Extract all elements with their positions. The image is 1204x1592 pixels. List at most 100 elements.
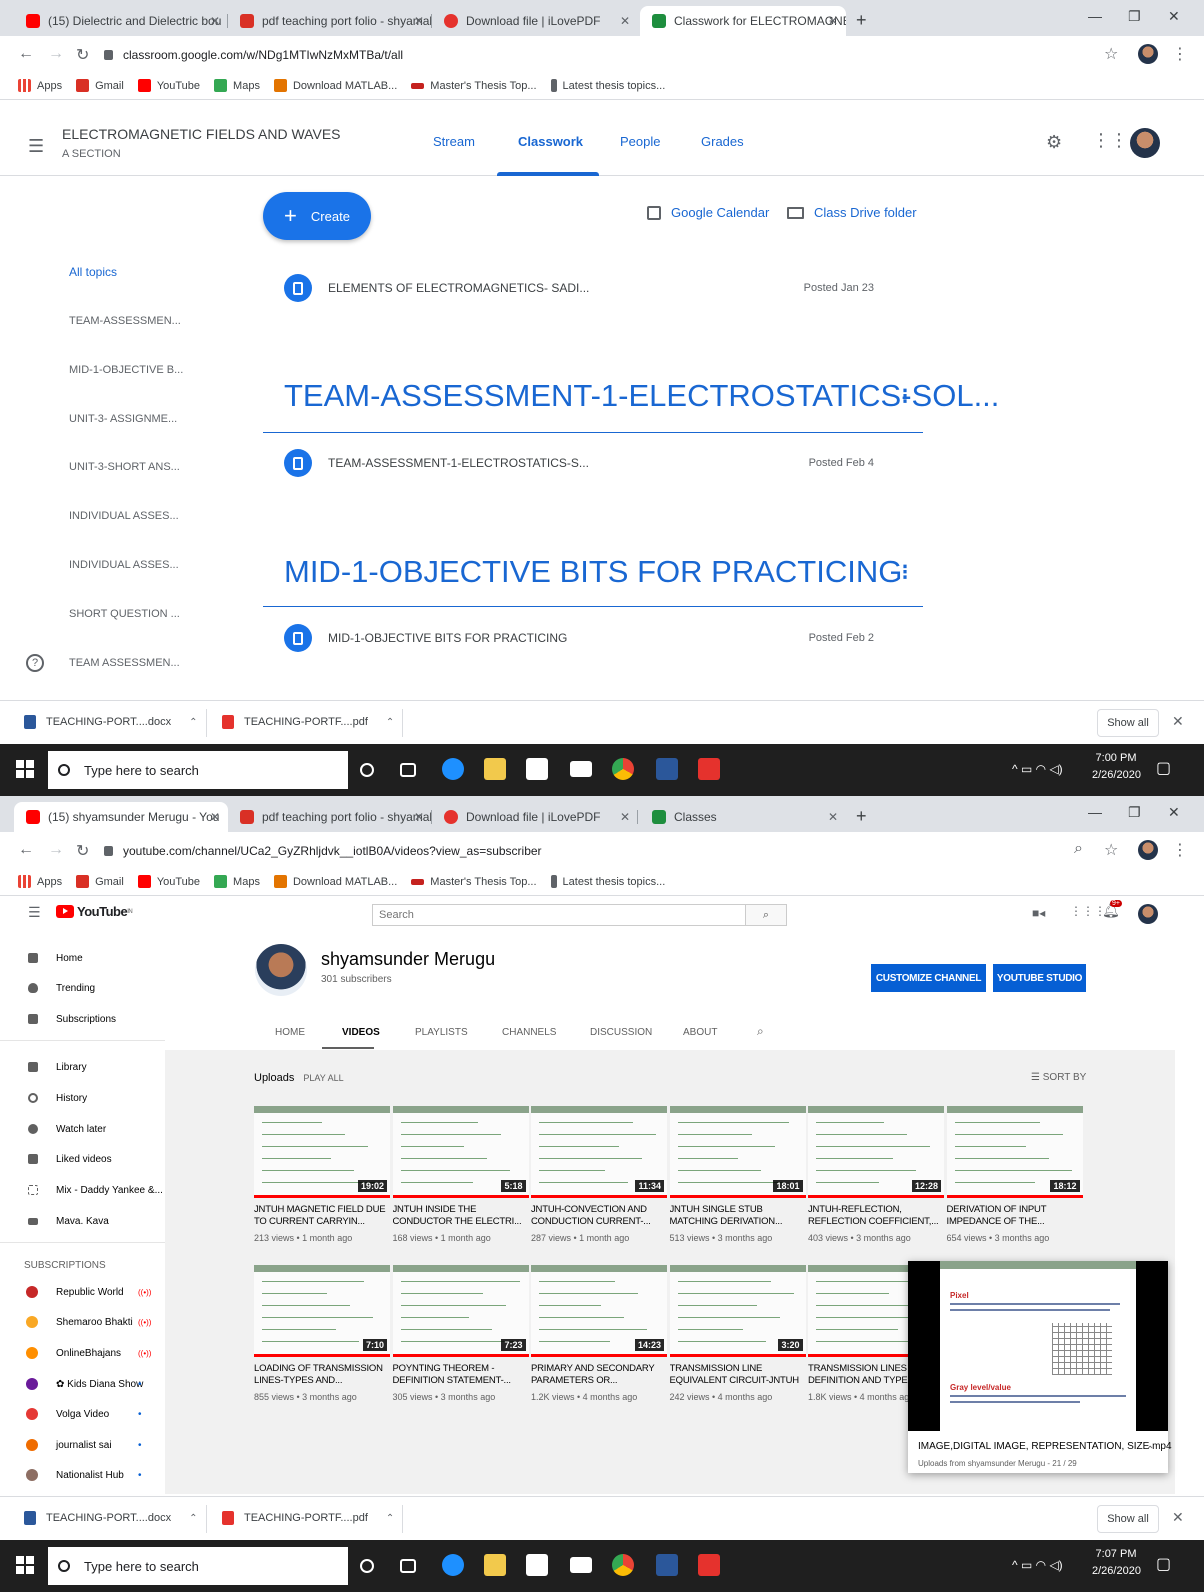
video-thumbnail[interactable]: 19:02 — [254, 1106, 390, 1198]
topic-nav-all[interactable]: All topics — [69, 265, 117, 279]
sidebar-item-subscriptions[interactable]: Subscriptions — [0, 1005, 165, 1033]
acrobat-icon[interactable] — [698, 758, 720, 780]
video-title[interactable]: LOADING OF TRANSMISSION LINES-TYPES AND.… — [254, 1363, 391, 1387]
word-icon[interactable] — [656, 1554, 678, 1576]
video-thumbnail[interactable]: 5:18 — [392, 1106, 529, 1198]
sidebar-item-liked[interactable]: Liked videos — [0, 1145, 165, 1173]
expand-chevron-icon[interactable]: ⌃ — [1146, 1445, 1154, 1456]
back-icon[interactable]: ← — [18, 45, 34, 63]
youtube-studio-button[interactable]: YOUTUBE STUDIO — [993, 964, 1086, 992]
video-thumbnail[interactable]: 7:23 — [392, 1265, 529, 1357]
search-button[interactable]: ⌕ — [745, 904, 787, 926]
topic-nav-item[interactable]: INDIVIDUAL ASSES... — [69, 510, 179, 522]
browser-tab[interactable]: pdf teaching port folio - shyamal ✕ — [228, 6, 432, 36]
apps-grid-icon[interactable]: ⋮⋮⋮ — [1070, 904, 1106, 918]
menu-kebab-icon[interactable]: ⋮ — [1172, 44, 1188, 64]
browser-tab[interactable]: (15) Dielectric and Dielectric bou ✕ — [14, 6, 228, 36]
download-item-docx[interactable]: TEACHING-PORT....docx ⌃ — [24, 715, 198, 729]
topic-nav-item[interactable]: UNIT-3-SHORT ANS... — [69, 461, 180, 473]
help-icon[interactable]: ? — [26, 654, 44, 672]
create-video-icon[interactable]: ■◂ — [1032, 906, 1045, 920]
minimize-icon[interactable]: — — [1088, 804, 1102, 820]
video-card[interactable]: 7:10 LOADING OF TRANSMISSION LINES-TYPES … — [254, 1265, 391, 1402]
video-thumbnail[interactable]: 18:12 — [946, 1106, 1083, 1198]
tab-stream[interactable]: Stream — [433, 134, 475, 149]
clock-time[interactable]: 7:07 PM — [1092, 1548, 1140, 1560]
class-title[interactable]: ELECTROMAGNETIC FIELDS AND WAVES — [62, 126, 341, 142]
close-tab-icon[interactable]: ✕ — [620, 14, 630, 28]
cortana-icon[interactable] — [360, 763, 374, 777]
topic-more-icon[interactable]: ⋮ — [896, 386, 914, 407]
task-view-icon[interactable] — [400, 1559, 416, 1573]
bookmark-thesis[interactable]: Master's Thesis Top... — [411, 876, 537, 888]
close-tab-icon[interactable]: ✕ — [414, 810, 424, 824]
channel-tab-discussion[interactable]: DISCUSSION — [590, 1027, 652, 1038]
video-card[interactable]: 3:20 TRANSMISSION LINE EQUIVALENT CIRCUIT… — [669, 1265, 807, 1402]
taskbar-search-input[interactable]: Type here to search — [48, 1547, 348, 1585]
word-icon[interactable] — [656, 758, 678, 780]
notifications-icon[interactable]: ▢ — [1156, 1554, 1171, 1574]
bookmark-star-icon[interactable]: ☆ — [1104, 44, 1118, 64]
file-explorer-icon[interactable] — [484, 758, 506, 780]
channel-tab-playlists[interactable]: PLAYLISTS — [415, 1027, 468, 1038]
forward-icon[interactable]: → — [48, 45, 64, 63]
topic-more-icon[interactable]: ⋮ — [896, 562, 914, 583]
download-item-docx[interactable]: TEACHING-PORT....docx ⌃ — [24, 1511, 198, 1525]
edge-icon[interactable] — [442, 758, 464, 780]
topic-nav-item[interactable]: TEAM-ASSESSMEN... — [69, 315, 181, 327]
restore-icon[interactable]: ❐ — [1128, 804, 1141, 821]
close-tab-icon[interactable]: ✕ — [414, 14, 424, 28]
sidebar-item-history[interactable]: History — [0, 1084, 165, 1112]
taskbar-search-input[interactable]: Type here to search — [48, 751, 348, 789]
video-title[interactable]: JNTUH INSIDE THE CONDUCTOR THE ELECTRI..… — [393, 1204, 530, 1228]
clock-date[interactable]: 2/26/2020 — [1092, 1565, 1141, 1577]
sidebar-item-mix[interactable]: Mix - Daddy Yankee &... — [0, 1176, 165, 1204]
material-item[interactable]: MID-1-OBJECTIVE BITS FOR PRACTICING Post… — [284, 618, 884, 658]
topic-nav-item[interactable]: MID-1-OBJECTIVE B... — [69, 364, 183, 376]
sidebar-item-playlist[interactable]: Mava. Kava — [0, 1207, 165, 1235]
edge-icon[interactable] — [442, 1554, 464, 1576]
bookmark-latest-thesis[interactable]: Latest thesis topics... — [550, 79, 665, 92]
play-all-link[interactable]: PLAY ALL — [303, 1073, 343, 1083]
window-close-icon[interactable]: ✕ — [1168, 804, 1180, 821]
store-icon[interactable] — [526, 1554, 548, 1576]
miniplayer[interactable]: Pixel Gray level/value IMAGE,DIGITAL IMA… — [908, 1261, 1172, 1473]
windows-start-icon[interactable] — [16, 760, 34, 778]
tray-icons[interactable]: ^ ▭ ◠ ◁) — [1012, 762, 1063, 776]
download-item-pdf[interactable]: TEACHING-PORTF....pdf ⌃ — [222, 1511, 394, 1525]
bookmark-youtube[interactable]: YouTube — [137, 79, 200, 92]
video-thumbnail[interactable]: 7:10 — [254, 1265, 390, 1357]
clock-date[interactable]: 2/26/2020 — [1092, 769, 1141, 781]
bookmark-latest-thesis[interactable]: Latest thesis topics... — [550, 875, 665, 888]
channel-search-icon[interactable]: ⌕ — [757, 1024, 764, 1039]
browser-tab[interactable]: Download file | iLovePDF ✕ — [432, 802, 638, 832]
browser-tab-active[interactable]: (15) shyamsunder Merugu - You ✕ — [14, 802, 228, 832]
reload-icon[interactable]: ↻ — [76, 841, 89, 861]
task-view-icon[interactable] — [400, 763, 416, 777]
channel-tab-home[interactable]: HOME — [275, 1027, 305, 1038]
video-card[interactable]: 19:02 JNTUH MAGNETIC FIELD DUE TO CURRENT… — [254, 1106, 391, 1243]
show-all-button[interactable]: Show all — [1097, 1505, 1159, 1533]
bookmark-gmail[interactable]: Gmail — [76, 875, 124, 888]
subscription-item[interactable]: OnlineBhajans ((•)) — [0, 1339, 165, 1367]
url-field[interactable]: classroom.google.com/w/NDg1MTIwNzMxMTBa/… — [104, 41, 1104, 69]
chevron-up-icon[interactable]: ⌃ — [189, 717, 197, 728]
windows-start-icon[interactable] — [16, 1556, 34, 1574]
sidebar-item-home[interactable]: Home — [0, 944, 165, 972]
chrome-icon[interactable] — [612, 758, 634, 780]
zoom-icon[interactable]: ⌕ — [1074, 840, 1083, 858]
subscription-item[interactable]: Republic World ((•)) — [0, 1278, 165, 1306]
clock-time[interactable]: 7:00 PM — [1092, 752, 1140, 764]
material-item[interactable]: ELEMENTS OF ELECTROMAGNETICS- SADI... Po… — [284, 268, 884, 308]
chevron-up-icon[interactable]: ⌃ — [189, 1513, 197, 1524]
subscription-item[interactable]: ✿ Kids Diana Show • — [0, 1370, 165, 1398]
channel-tab-channels[interactable]: CHANNELS — [502, 1027, 556, 1038]
google-calendar-link[interactable]: Google Calendar — [647, 205, 769, 220]
video-card[interactable]: 5:18 JNTUH INSIDE THE CONDUCTOR THE ELECT… — [392, 1106, 530, 1243]
download-item-pdf[interactable]: TEACHING-PORTF....pdf ⌃ — [222, 715, 394, 729]
subscription-item[interactable]: Nationalist Hub • — [0, 1461, 165, 1489]
browser-tab[interactable]: Classes ✕ — [640, 802, 846, 832]
close-tab-icon[interactable]: ✕ — [828, 810, 838, 824]
subscription-item[interactable]: Volga Video • — [0, 1400, 165, 1428]
account-avatar[interactable] — [1138, 904, 1158, 924]
